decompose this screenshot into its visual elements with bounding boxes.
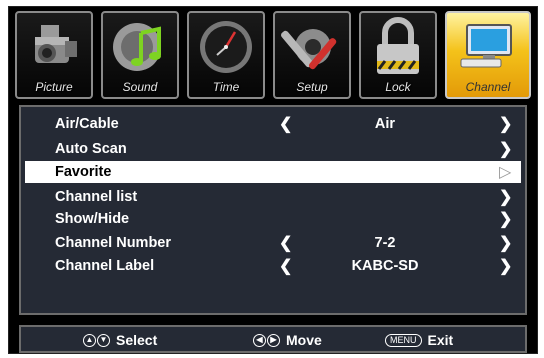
left-right-icon: ◀ ▶ bbox=[253, 333, 280, 347]
exit-hint-label: Exit bbox=[427, 332, 454, 348]
move-hint: ◀ ▶ Move bbox=[253, 332, 322, 348]
menu-item-auto-scan[interactable]: Auto Scan ❯ bbox=[25, 138, 521, 160]
menu-item-favorite[interactable]: Favorite ▷ bbox=[25, 161, 521, 183]
menu-item-value: Air bbox=[374, 116, 396, 132]
tab-label: Picture bbox=[35, 80, 73, 94]
tab-channel[interactable]: Channel bbox=[445, 11, 531, 99]
help-bar: ▲ ▼ Select ◀ ▶ Move MENU Exit bbox=[19, 325, 527, 353]
tab-label: Lock bbox=[385, 80, 411, 94]
monitor-icon bbox=[460, 24, 512, 68]
move-hint-label: Move bbox=[286, 332, 322, 348]
menu-item-label: Channel Label bbox=[55, 258, 155, 274]
menu-item-channel-number[interactable]: Channel Number ❮ 7-2 ❯ bbox=[25, 232, 521, 254]
menu-item-label: Channel list bbox=[55, 189, 138, 205]
menu-item-label: Air/Cable bbox=[55, 116, 119, 132]
right-arrow-icon[interactable]: ❯ bbox=[499, 209, 512, 229]
tab-setup[interactable]: Setup bbox=[273, 11, 351, 99]
right-arrow-icon[interactable]: ❯ bbox=[499, 114, 512, 134]
menu-key-icon: MENU bbox=[385, 333, 422, 347]
left-arrow-icon[interactable]: ❮ bbox=[279, 233, 292, 253]
tab-time[interactable]: Time bbox=[187, 11, 265, 99]
menu-item-show-hide[interactable]: Show/Hide ❯ bbox=[25, 208, 521, 230]
menu-item-air-cable[interactable]: Air/Cable ❮ Air ❯ bbox=[25, 113, 521, 135]
menu-item-label: Auto Scan bbox=[55, 141, 127, 157]
camcorder-icon bbox=[35, 25, 77, 63]
left-arrow-icon[interactable]: ❮ bbox=[279, 114, 292, 134]
menu-item-channel-list[interactable]: Channel list ❯ bbox=[25, 186, 521, 208]
select-hint-label: Select bbox=[116, 332, 158, 348]
exit-hint: MENU Exit bbox=[385, 332, 453, 348]
menu-item-value: 7-2 bbox=[374, 235, 396, 251]
tab-label: Channel bbox=[465, 80, 511, 94]
music-note-icon bbox=[113, 23, 161, 71]
tab-sound[interactable]: Sound bbox=[101, 11, 179, 99]
tab-lock[interactable]: Lock bbox=[359, 11, 437, 99]
right-arrow-icon[interactable]: ❯ bbox=[499, 256, 512, 276]
right-arrow-icon[interactable]: ❯ bbox=[499, 233, 512, 253]
menu-item-channel-label[interactable]: Channel Label ❮ KABC-SD ❯ bbox=[25, 255, 521, 277]
menu-item-value: KABC-SD bbox=[351, 258, 419, 274]
up-down-icon: ▲ ▼ bbox=[83, 333, 110, 347]
tab-label: Time bbox=[212, 80, 240, 94]
left-arrow-icon[interactable]: ❮ bbox=[279, 256, 292, 276]
right-arrow-icon[interactable]: ❯ bbox=[499, 187, 512, 207]
tv-osd-frame: Picture Sound Time Setup Lock Channel Ai… bbox=[8, 6, 538, 354]
tools-icon bbox=[281, 29, 337, 70]
select-hint: ▲ ▼ Select bbox=[83, 332, 157, 348]
padlock-icon bbox=[377, 17, 419, 74]
tab-label: Sound bbox=[122, 80, 158, 94]
tab-label: Setup bbox=[296, 80, 328, 94]
clock-icon bbox=[200, 21, 252, 73]
menu-item-label: Channel Number bbox=[55, 235, 172, 251]
menu-item-label: Favorite bbox=[55, 164, 112, 180]
menu-item-label: Show/Hide bbox=[55, 211, 130, 227]
tab-picture[interactable]: Picture bbox=[15, 11, 93, 99]
right-arrow-icon[interactable]: ▷ bbox=[499, 162, 511, 182]
channel-menu-panel: Air/Cable ❮ Air ❯ Auto Scan ❯ Favorite ▷… bbox=[19, 105, 527, 315]
right-arrow-icon[interactable]: ❯ bbox=[499, 139, 512, 159]
